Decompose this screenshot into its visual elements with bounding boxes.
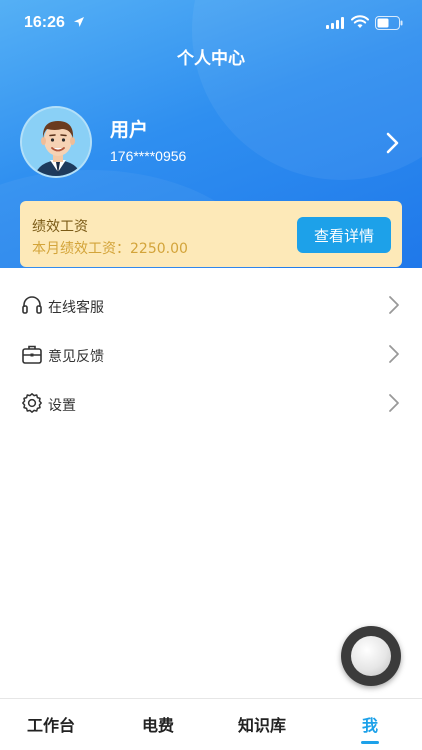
settings-menu: 在线客服 意见反馈 设置 xyxy=(0,282,422,429)
tab-me[interactable]: 我 xyxy=(362,712,378,736)
floating-assistive-button[interactable] xyxy=(341,626,401,686)
gear-icon xyxy=(22,393,42,413)
performance-pay-card: 绩效工资 本月绩效工资：2250.00 查看详情 xyxy=(20,201,402,267)
location-arrow-icon xyxy=(74,17,84,27)
user-name: 用户 xyxy=(110,119,149,141)
chevron-right-icon[interactable] xyxy=(386,132,400,154)
menu-item-label: 设置 xyxy=(48,398,76,414)
menu-item-online-service[interactable]: 在线客服 xyxy=(0,282,422,331)
performance-value: 本月绩效工资：2250.00 xyxy=(32,241,188,257)
view-details-button[interactable]: 查看详情 xyxy=(297,217,391,253)
user-phone: 176****0956 xyxy=(110,148,187,164)
chevron-right-icon xyxy=(389,345,399,363)
performance-title: 绩效工资 xyxy=(32,219,88,235)
avatar[interactable] xyxy=(20,106,92,178)
menu-item-settings[interactable]: 设置 xyxy=(0,380,422,429)
status-bar: 16:26 xyxy=(0,0,422,48)
floating-button-knob xyxy=(351,636,391,676)
active-tab-indicator xyxy=(361,741,379,744)
chevron-right-icon xyxy=(389,296,399,314)
menu-item-label: 意见反馈 xyxy=(48,349,104,365)
tab-electricity-fee[interactable]: 电费 xyxy=(142,712,174,736)
cellular-signal-icon xyxy=(326,17,344,29)
user-avatar-icon xyxy=(22,108,90,176)
tab-workbench[interactable]: 工作台 xyxy=(27,712,75,736)
profile-card[interactable]: 用户 176****0956 xyxy=(20,106,410,182)
headset-icon xyxy=(22,296,42,314)
menu-item-label: 在线客服 xyxy=(48,300,104,316)
bottom-tab-bar: 工作台 电费 知识库 我 xyxy=(0,698,422,750)
battery-icon xyxy=(375,16,403,30)
status-time: 16:26 xyxy=(24,14,65,31)
menu-item-feedback[interactable]: 意见反馈 xyxy=(0,331,422,380)
tab-knowledge-base[interactable]: 知识库 xyxy=(238,712,286,736)
briefcase-icon xyxy=(22,345,42,364)
page-title: 个人中心 xyxy=(177,49,245,69)
chevron-right-icon xyxy=(389,394,399,412)
wifi-icon xyxy=(351,15,369,28)
